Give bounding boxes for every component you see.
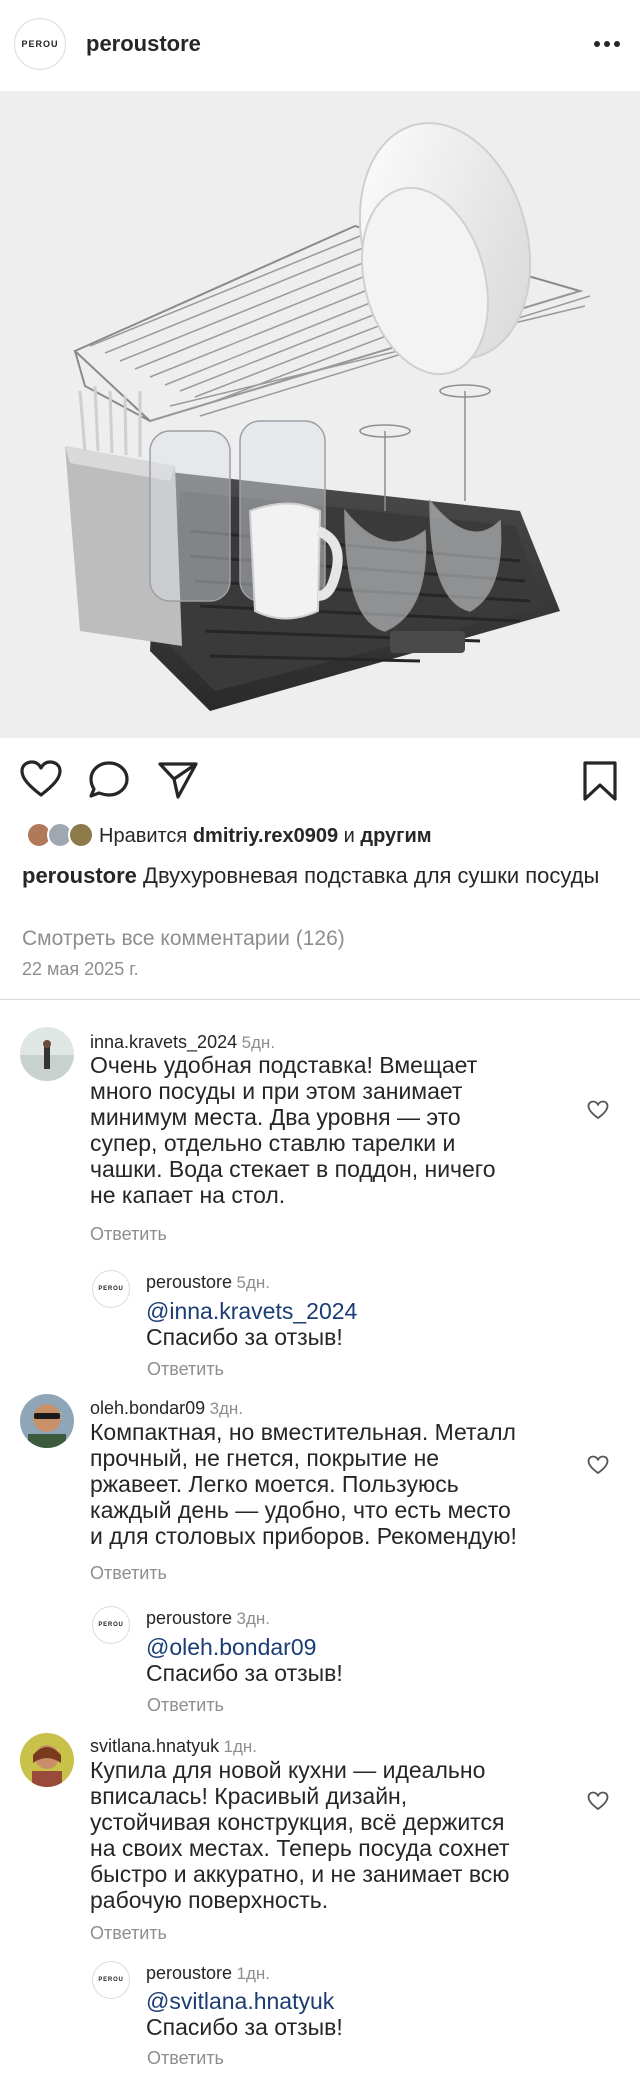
comment-line: рабочую поверхность. bbox=[90, 1887, 329, 1913]
reply-header: peroustore 1дн. bbox=[146, 1963, 270, 1984]
comment-line: каждый день — удобно, что есть место bbox=[90, 1497, 511, 1523]
comment-header: svitlana.hnatyuk 1дн. bbox=[90, 1736, 257, 1757]
reply-username[interactable]: peroustore bbox=[146, 1608, 232, 1628]
caption-text: Двухуровневая подставка для сушки посуды bbox=[143, 863, 600, 888]
send-icon[interactable] bbox=[157, 760, 199, 800]
comment-line: много посуды и при этом занимает bbox=[90, 1078, 463, 1104]
reply-text: Спасибо за отзыв! bbox=[146, 1324, 343, 1350]
reply-mention[interactable]: @oleh.bondar09 bbox=[146, 1634, 316, 1660]
comment-like-heart-icon[interactable] bbox=[587, 1455, 609, 1475]
comment-line: быстро и аккуратно, и не занимает всю bbox=[90, 1861, 510, 1887]
heart-icon[interactable] bbox=[20, 760, 62, 798]
comment-text: Очень удобная подставка! Вмещает много п… bbox=[90, 1052, 580, 1208]
comment-line: Компактная, но вместительная. Металл bbox=[90, 1419, 516, 1445]
comment-like-heart-icon[interactable] bbox=[587, 1791, 609, 1811]
reply-button[interactable]: Ответить bbox=[147, 1695, 224, 1716]
reply-mention[interactable]: @svitlana.hnatyuk bbox=[146, 1988, 334, 2014]
reply-button[interactable]: Ответить bbox=[147, 2048, 224, 2069]
comment-line: устойчивая конструкция, всё держится bbox=[90, 1809, 505, 1835]
reply-time: 1дн. bbox=[236, 1964, 271, 1983]
likes-prefix: Нравится bbox=[99, 825, 188, 847]
comment-line: чашки. Вода стекает в поддон, ничего bbox=[90, 1156, 496, 1182]
bookmark-icon[interactable] bbox=[581, 760, 619, 802]
likes-summary[interactable]: Нравится dmitriy.rex0909 и другим bbox=[99, 825, 432, 848]
comment-text: Компактная, но вместительная. Металл про… bbox=[90, 1419, 610, 1549]
comment-time: 5дн. bbox=[241, 1033, 276, 1052]
reply-button[interactable]: Ответить bbox=[147, 1359, 224, 1380]
view-all-comments-link[interactable]: Смотреть все комментарии (126) bbox=[22, 927, 345, 951]
comment-line: минимум места. Два уровня — это bbox=[90, 1104, 461, 1130]
comment-line: супер, отдельно ставлю тарелки и bbox=[90, 1130, 456, 1156]
avatar[interactable] bbox=[20, 1027, 74, 1081]
likes-others[interactable]: другим bbox=[360, 825, 431, 847]
avatar[interactable] bbox=[20, 1394, 74, 1448]
reply-avatar-logo-text: PEROU bbox=[98, 1622, 124, 1628]
reply-time: 3дн. bbox=[236, 1609, 271, 1628]
comment-time: 3дн. bbox=[209, 1399, 244, 1418]
reply-mention[interactable]: @inna.kravets_2024 bbox=[146, 1298, 357, 1324]
post-author-username[interactable]: peroustore bbox=[86, 31, 201, 57]
comment-username[interactable]: svitlana.hnatyuk bbox=[90, 1736, 219, 1756]
reply-avatar-logo-text: PEROU bbox=[98, 1977, 124, 1983]
reply-username[interactable]: peroustore bbox=[146, 1963, 232, 1983]
reply-button[interactable]: Ответить bbox=[90, 1923, 167, 1944]
caption-username[interactable]: peroustore bbox=[22, 863, 137, 888]
comment-line: прочный, не гнется, покрытие не bbox=[90, 1445, 440, 1471]
reply-button[interactable]: Ответить bbox=[90, 1563, 167, 1584]
reply-avatar[interactable]: PEROU bbox=[92, 1606, 130, 1644]
reply-username[interactable]: peroustore bbox=[146, 1272, 232, 1292]
reply-avatar[interactable]: PEROU bbox=[92, 1961, 130, 1999]
comment-time: 1дн. bbox=[223, 1737, 258, 1756]
likes-conj: и bbox=[343, 825, 355, 847]
comment-line: и для столовых приборов. Рекомендую! bbox=[90, 1523, 517, 1549]
post-image[interactable] bbox=[0, 91, 640, 738]
store-avatar-logo-text: PEROU bbox=[21, 39, 59, 49]
comment-line: вписалась! Красивый дизайн, bbox=[90, 1783, 408, 1809]
reply-header: peroustore 3дн. bbox=[146, 1608, 270, 1629]
comment-text: Купила для новой кухни — идеально вписал… bbox=[90, 1757, 600, 1913]
post-date: 22 мая 2025 г. bbox=[22, 959, 139, 979]
reply-button[interactable]: Ответить bbox=[90, 1224, 167, 1245]
avatar[interactable] bbox=[20, 1733, 74, 1787]
comment-line: Купила для новой кухни — идеально bbox=[90, 1757, 486, 1783]
reply-avatar-logo-text: PEROU bbox=[98, 1286, 124, 1292]
reply-avatar[interactable]: PEROU bbox=[92, 1270, 130, 1308]
liked-by-avatars bbox=[26, 822, 94, 848]
comment-username[interactable]: oleh.bondar09 bbox=[90, 1398, 205, 1418]
comment-line: на своих местах. Теперь посуда сохнет bbox=[90, 1835, 510, 1861]
more-horizontal-icon[interactable] bbox=[592, 36, 622, 52]
comment-header: oleh.bondar09 3дн. bbox=[90, 1398, 243, 1419]
reply-time: 5дн. bbox=[236, 1273, 271, 1292]
dish-rack-illustration bbox=[65, 122, 591, 711]
reply-text: Спасибо за отзыв! bbox=[146, 2014, 343, 2040]
post-caption: peroustore Двухуровневая подставка для с… bbox=[22, 860, 612, 891]
comment-like-heart-icon[interactable] bbox=[587, 1100, 609, 1120]
likes-user[interactable]: dmitriy.rex0909 bbox=[193, 825, 338, 847]
comment-line: ржавеет. Легко моется. Пользуюсь bbox=[90, 1471, 459, 1497]
comment-line: Очень удобная подставка! Вмещает bbox=[90, 1052, 478, 1078]
comment-line: не капает на стол. bbox=[90, 1182, 286, 1208]
comment-icon[interactable] bbox=[88, 760, 130, 800]
reply-text: Спасибо за отзыв! bbox=[146, 1660, 343, 1686]
comment-header: inna.kravets_2024 5дн. bbox=[90, 1032, 275, 1053]
comment-username[interactable]: inna.kravets_2024 bbox=[90, 1032, 237, 1052]
store-avatar[interactable]: PEROU bbox=[14, 18, 66, 70]
reply-header: peroustore 5дн. bbox=[146, 1272, 270, 1293]
divider bbox=[0, 999, 640, 1000]
